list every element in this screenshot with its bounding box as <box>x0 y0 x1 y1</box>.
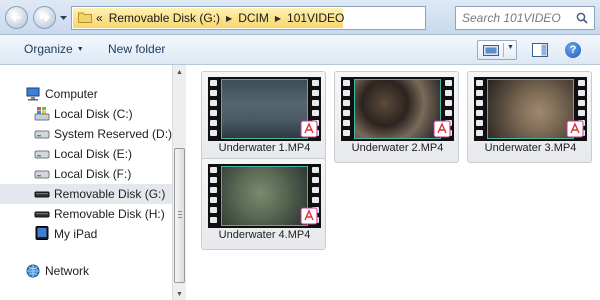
film-strip <box>208 77 219 141</box>
navigation-pane: Computer Local Disk (C:) System Reserved… <box>0 65 172 300</box>
chevron-down-icon[interactable]: ▼ <box>507 44 514 51</box>
sidebar-item-removable-disk-h[interactable]: Removable Disk (H:) <box>0 204 172 224</box>
back-arrow-icon <box>11 13 21 22</box>
video-file-icon <box>300 207 318 225</box>
organize-button[interactable]: Organize ▼ <box>24 42 84 56</box>
sidebar-item-local-disk-e[interactable]: Local Disk (E:) <box>0 144 172 164</box>
sidebar-item-network[interactable]: Network <box>0 261 172 281</box>
file-name: Underwater 2.MP4 <box>351 142 444 154</box>
sidebar-item-label: Removable Disk (G:) <box>54 187 166 201</box>
help-icon[interactable]: ? <box>565 42 581 58</box>
address-toolbar: « Removable Disk (G:) ▶ DCIM ▶ 101VIDEO <box>0 0 600 35</box>
removable-drive-icon <box>34 191 50 198</box>
address-bar[interactable]: « Removable Disk (G:) ▶ DCIM ▶ 101VIDEO <box>71 6 493 30</box>
file-list: Underwater 1.MP4 Underwater 2.MP4 Underw… <box>186 65 600 300</box>
sidebar-item-local-disk-f[interactable]: Local Disk (F:) <box>0 164 172 184</box>
search-icon[interactable] <box>576 12 588 24</box>
command-bar: Organize ▼ New folder ▼ ? <box>0 35 600 65</box>
video-frame <box>221 166 308 226</box>
video-file-icon <box>433 120 451 138</box>
breadcrumb-item-drive[interactable]: Removable Disk (G:) <box>109 11 220 25</box>
new-folder-button[interactable]: New folder <box>108 42 165 56</box>
video-thumbnail <box>474 77 587 141</box>
drive-icon <box>34 130 50 139</box>
film-strip <box>474 77 485 141</box>
new-folder-label: New folder <box>108 42 166 56</box>
sidebar-item-label: Computer <box>45 87 98 101</box>
organize-label: Organize <box>24 42 73 56</box>
sidebar-item-label: Local Disk (F:) <box>54 167 132 181</box>
forward-arrow-icon <box>40 13 50 22</box>
video-frame <box>487 79 574 139</box>
breadcrumb-separator-icon[interactable]: ▶ <box>226 14 232 23</box>
removable-drive-icon <box>34 211 50 218</box>
video-frame <box>221 79 308 139</box>
view-icon <box>483 45 499 56</box>
file-tile[interactable]: Underwater 4.MP4 <box>201 158 326 250</box>
folder-icon <box>78 12 92 23</box>
file-name: Underwater 1.MP4 <box>218 142 311 154</box>
back-button[interactable] <box>5 6 28 29</box>
search-box[interactable] <box>455 6 595 30</box>
scrollbar-grip-icon <box>178 211 182 220</box>
video-file-icon <box>300 120 318 138</box>
breadcrumb-item-folder[interactable]: 101VIDEO <box>287 11 344 25</box>
preview-pane-icon[interactable] <box>532 43 548 57</box>
sidebar-item-label: Network <box>45 264 90 278</box>
view-button-divider <box>503 43 504 57</box>
chevron-down-icon: ▼ <box>76 45 84 53</box>
windows-drive-icon <box>34 107 50 121</box>
file-tile[interactable]: Underwater 1.MP4 <box>201 71 326 163</box>
breadcrumb: « Removable Disk (G:) ▶ DCIM ▶ 101VIDEO <box>96 7 344 29</box>
help-label: ? <box>569 44 577 56</box>
sidebar-item-label: Removable Disk (H:) <box>54 207 165 221</box>
drive-icon <box>34 150 50 159</box>
navigation-scrollbar[interactable]: ▲ ▼ <box>172 65 186 300</box>
scrollbar-thumb[interactable] <box>174 148 185 283</box>
drive-icon <box>34 170 50 179</box>
video-thumbnail <box>208 77 321 141</box>
sidebar-item-computer[interactable]: Computer <box>0 84 172 104</box>
sidebar-item-label: System Reserved (D:) <box>54 127 173 141</box>
sidebar-item-label: Local Disk (E:) <box>54 147 133 161</box>
sidebar-item-system-reserved-d[interactable]: System Reserved (D:) <box>0 124 172 144</box>
video-frame <box>354 79 441 139</box>
search-input[interactable] <box>462 10 572 26</box>
file-name: Underwater 4.MP4 <box>218 229 311 241</box>
film-strip <box>208 164 219 228</box>
network-icon <box>26 264 40 278</box>
file-name: Underwater 3.MP4 <box>484 142 577 154</box>
file-tile[interactable]: Underwater 3.MP4 <box>467 71 592 163</box>
sidebar-item-label: My iPad <box>54 227 98 241</box>
file-tile[interactable]: Underwater 2.MP4 <box>334 71 459 163</box>
scroll-down-icon[interactable]: ▼ <box>176 291 183 298</box>
video-file-icon <box>566 120 584 138</box>
recent-pages-dropdown-icon[interactable] <box>59 14 68 22</box>
sidebar-item-label: Local Disk (C:) <box>54 107 133 121</box>
scroll-up-icon[interactable]: ▲ <box>176 69 183 76</box>
change-view-button[interactable]: ▼ <box>477 40 517 60</box>
film-strip <box>341 77 352 141</box>
breadcrumb-item-dcim[interactable]: DCIM <box>238 11 269 25</box>
sidebar-item-removable-disk-g[interactable]: Removable Disk (G:) <box>0 184 172 204</box>
computer-icon <box>26 87 40 101</box>
ipad-icon <box>35 226 49 240</box>
forward-button[interactable] <box>33 6 56 29</box>
sidebar-item-local-disk-c[interactable]: Local Disk (C:) <box>0 104 172 124</box>
video-thumbnail <box>341 77 454 141</box>
video-thumbnail <box>208 164 321 228</box>
sidebar-item-my-ipad[interactable]: My iPad <box>0 224 172 244</box>
breadcrumb-separator-icon[interactable]: ▶ <box>275 14 281 23</box>
breadcrumb-chevron[interactable]: « <box>96 11 103 25</box>
